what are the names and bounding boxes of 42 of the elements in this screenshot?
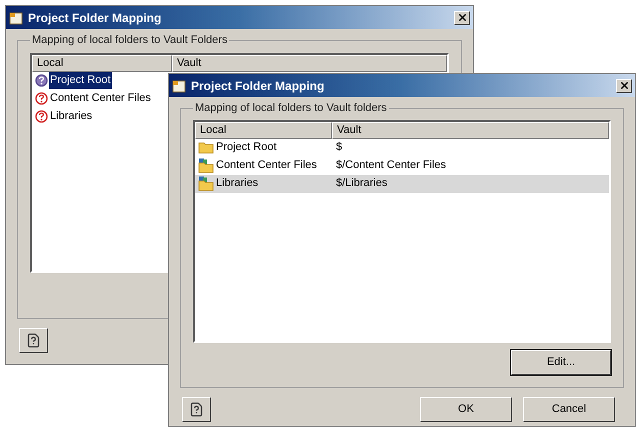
ok-button[interactable]: OK — [420, 397, 512, 422]
list-row[interactable]: Libraries $/Libraries — [195, 174, 609, 192]
app-icon — [172, 78, 186, 92]
library-folder-icon — [198, 158, 214, 173]
question-circle-icon — [35, 74, 48, 87]
app-icon — [9, 10, 23, 24]
list-row[interactable]: Project Root $ — [195, 138, 609, 156]
column-header[interactable]: Local — [32, 54, 172, 72]
list-row[interactable]: Content Center Files — [32, 90, 164, 108]
help-icon — [26, 333, 41, 348]
group-label: Mapping of local folders to Vault Folders — [31, 33, 228, 48]
list-row[interactable]: Project Root — [32, 72, 164, 90]
help-button[interactable] — [19, 328, 48, 353]
help-button[interactable] — [182, 397, 211, 422]
vault-path: $/Libraries — [335, 176, 388, 192]
local-folder-name: Project Root — [49, 72, 112, 89]
close-button[interactable] — [616, 78, 632, 92]
window-title: Project Folder Mapping — [28, 10, 162, 26]
local-folder-name: Project Root — [215, 140, 278, 156]
cancel-button[interactable]: Cancel — [523, 397, 615, 422]
vault-path: $ — [335, 140, 344, 156]
vault-path: $/Content Center Files — [335, 158, 448, 174]
window-title: Project Folder Mapping — [191, 78, 324, 94]
edit-button[interactable]: Edit... — [511, 350, 611, 374]
list-row[interactable]: Libraries — [32, 108, 164, 126]
column-header[interactable]: Local — [195, 122, 332, 138]
close-icon — [456, 12, 468, 23]
library-folder-icon — [198, 176, 214, 191]
close-icon — [618, 80, 630, 91]
group-label: Mapping of local folders to Vault folders — [194, 101, 388, 116]
list-row[interactable]: Content Center Files $/Content Center Files — [195, 156, 609, 174]
local-folder-name: Content Center Files — [215, 158, 318, 174]
folder-icon — [198, 141, 214, 154]
local-folder-name: Content Center Files — [49, 91, 152, 106]
local-folder-name: Libraries — [215, 176, 260, 192]
column-header[interactable]: Vault — [332, 122, 609, 138]
local-folder-name: Libraries — [49, 109, 94, 124]
question-circle-icon — [35, 92, 48, 105]
column-header[interactable]: Vault — [172, 54, 447, 72]
help-icon — [189, 402, 204, 417]
close-button[interactable] — [454, 10, 470, 24]
question-circle-icon — [35, 110, 48, 123]
